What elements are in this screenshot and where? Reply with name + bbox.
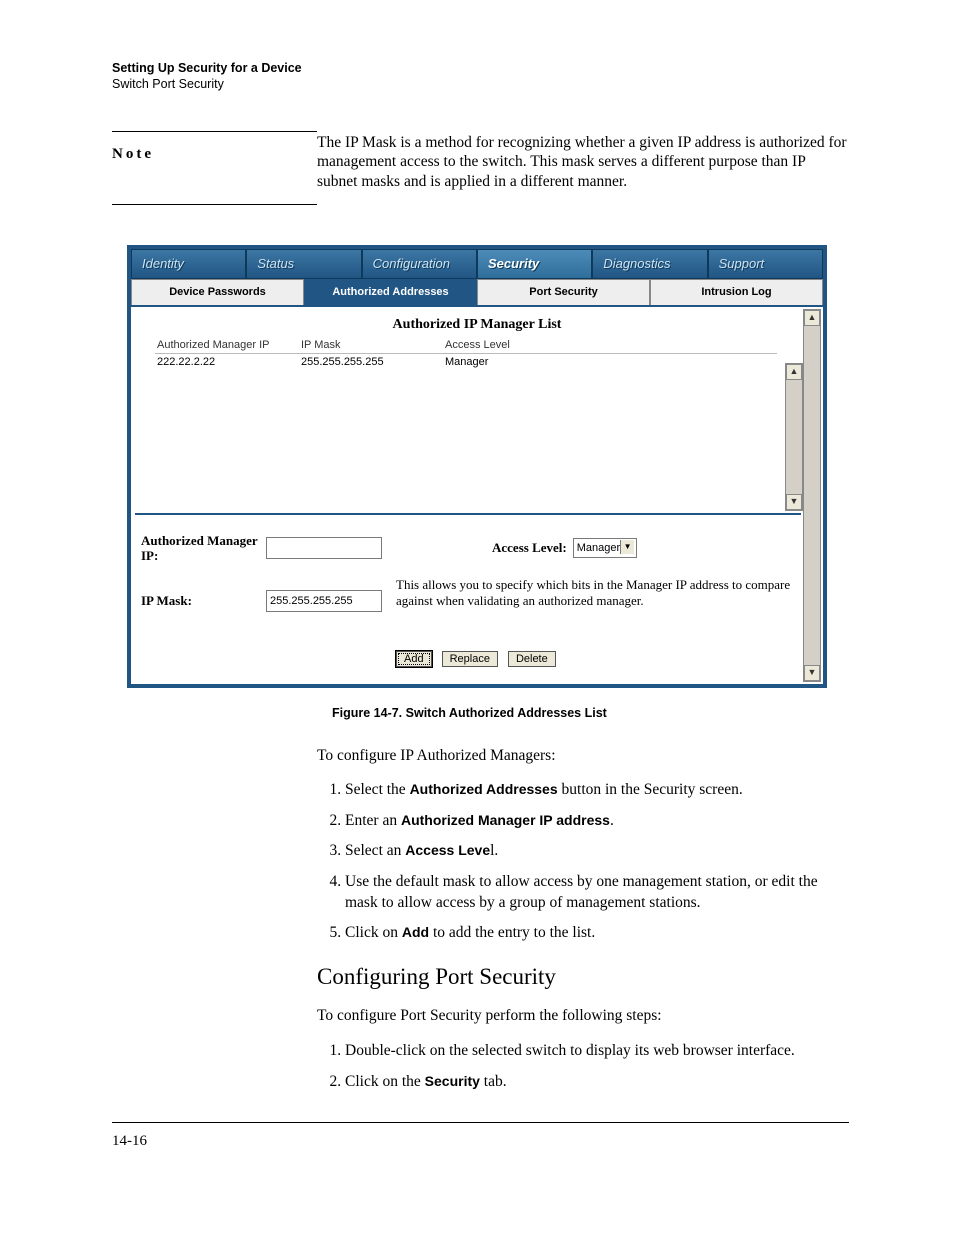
delete-button[interactable]: Delete (508, 651, 556, 667)
list-item: Select an Access Level. (345, 841, 849, 862)
subtab-port-security[interactable]: Port Security (477, 279, 650, 305)
sub-tabs: Device Passwords Authorized Addresses Po… (131, 279, 823, 307)
list-item: Click on the Security tab. (345, 1072, 849, 1093)
subtab-intrusion-log[interactable]: Intrusion Log (650, 279, 823, 305)
auth-ip-label: Authorized Manager IP: (141, 533, 266, 564)
scroll-down-icon[interactable]: ▼ (804, 665, 820, 681)
main-tabs: Identity Status Configuration Security D… (131, 249, 823, 279)
figure-caption: Figure 14-7. Switch Authorized Addresses… (332, 706, 849, 720)
scroll-up-icon[interactable]: ▲ (786, 364, 802, 380)
ip-mask-label: IP Mask: (141, 593, 266, 609)
tab-identity[interactable]: Identity (131, 249, 246, 279)
list-item: Select the Authorized Addresses button i… (345, 780, 849, 801)
tab-diagnostics[interactable]: Diagnostics (592, 249, 707, 279)
col-header-access: Access Level (443, 337, 587, 353)
ip-mask-input[interactable] (266, 590, 382, 612)
tab-configuration[interactable]: Configuration (362, 249, 477, 279)
ordered-list-2: Double-click on the selected switch to d… (317, 1041, 849, 1092)
list-area: Authorized Manager IP IP Mask Access Lev… (135, 337, 801, 515)
panel: ▲ ▼ Authorized IP Manager List Authorize… (131, 307, 823, 684)
button-row: Add Replace Delete (396, 651, 556, 667)
scroll-up-icon[interactable]: ▲ (804, 310, 820, 326)
intro-text-2: To configure Port Security perform the f… (317, 1006, 849, 1027)
form-area: Authorized Manager IP: Access Level: Man… (141, 533, 799, 622)
subtab-device-passwords[interactable]: Device Passwords (131, 279, 304, 305)
add-button[interactable]: Add (396, 651, 432, 667)
cell-ip: 222.22.2.22 (155, 354, 299, 370)
page-number: 14-16 (112, 1133, 147, 1149)
table-row[interactable]: 222.22.2.22 255.255.255.255 Manager (155, 354, 776, 370)
note-body: The IP Mask is a method for recognizing … (317, 131, 849, 192)
note-block: Note The IP Mask is a method for recogni… (112, 131, 849, 205)
list-item: Double-click on the selected switch to d… (345, 1041, 849, 1062)
help-text: This allows you to specify which bits in… (396, 577, 795, 610)
body-column: To configure IP Authorized Managers: Sel… (317, 746, 849, 1093)
section-heading: Configuring Port Security (317, 962, 849, 993)
list-item: Click on Add to add the entry to the lis… (345, 923, 849, 944)
note-label: Note (112, 132, 317, 163)
subtab-authorized-addresses[interactable]: Authorized Addresses (304, 279, 477, 305)
tab-status[interactable]: Status (246, 249, 361, 279)
cell-mask: 255.255.255.255 (299, 354, 443, 370)
list-title: Authorized IP Manager List (131, 307, 823, 337)
page-footer: 14-16 (112, 1122, 849, 1150)
col-header-ip: Authorized Manager IP (155, 337, 299, 353)
panel-scrollbar[interactable]: ▲ ▼ (803, 309, 821, 682)
cell-access: Manager (443, 354, 587, 370)
tab-support[interactable]: Support (708, 249, 823, 279)
list-scrollbar[interactable]: ▲ ▼ (785, 363, 803, 511)
access-level-label: Access Level: (492, 540, 567, 556)
replace-button[interactable]: Replace (442, 651, 498, 667)
scroll-down-icon[interactable]: ▼ (786, 494, 802, 510)
col-header-mask: IP Mask (299, 337, 443, 353)
table-header-row: Authorized Manager IP IP Mask Access Lev… (155, 337, 776, 353)
auth-ip-input[interactable] (266, 537, 382, 559)
access-level-select[interactable]: Manager (573, 538, 637, 558)
running-head-subtitle: Switch Port Security (112, 76, 849, 92)
list-item: Use the default mask to allow access by … (345, 872, 849, 913)
tab-security[interactable]: Security (477, 249, 592, 279)
running-head: Setting Up Security for a Device Switch … (112, 60, 849, 93)
running-head-title: Setting Up Security for a Device (112, 60, 849, 76)
figure-screenshot: Identity Status Configuration Security D… (127, 245, 827, 688)
list-item: Enter an Authorized Manager IP address. (345, 811, 849, 832)
ordered-list-1: Select the Authorized Addresses button i… (317, 780, 849, 944)
intro-text-1: To configure IP Authorized Managers: (317, 746, 849, 767)
